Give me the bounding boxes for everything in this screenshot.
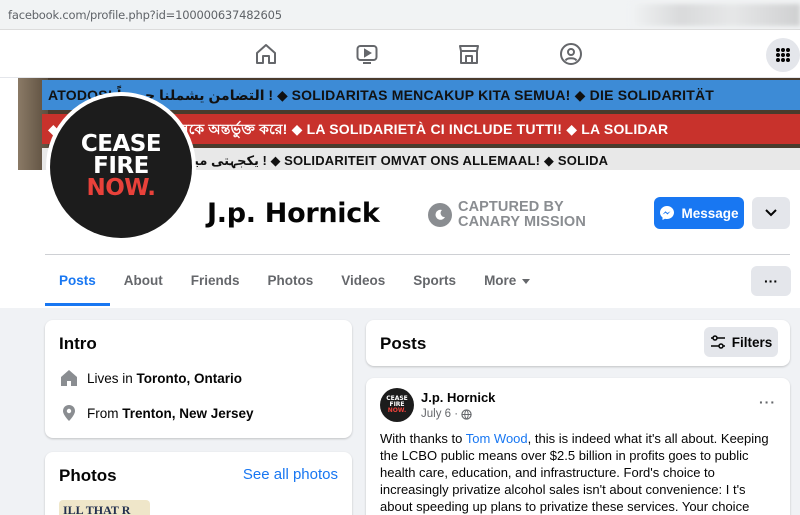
post-timestamp[interactable]: July 6 · xyxy=(421,408,472,420)
browser-address-bar[interactable]: facebook.com/profile.php?id=100000637482… xyxy=(0,0,800,30)
post-text: With thanks to Tom Wood, this is indeed … xyxy=(380,431,769,514)
lives-in-prefix: Lives in xyxy=(87,370,133,386)
tab-photos[interactable]: Photos xyxy=(254,256,328,306)
tab-posts[interactable]: Posts xyxy=(45,256,110,306)
profile-tabs: Posts About Friends Photos Videos Sports… xyxy=(45,256,544,306)
url-text[interactable]: facebook.com/profile.php?id=100000637482… xyxy=(8,8,282,22)
intro-card: Intro Lives in Toronto, Ontario From Tre… xyxy=(45,320,352,438)
post-card: CEASE FIRE NOW. J.p. Hornick July 6 · ··… xyxy=(366,378,790,515)
header-divider xyxy=(45,254,790,255)
profile-avatar[interactable]: CEASE FIRE NOW. xyxy=(46,92,196,242)
messenger-icon xyxy=(660,206,675,220)
avatar-line-3: NOW. xyxy=(86,174,156,201)
filter-sliders-icon xyxy=(710,335,725,349)
home-icon[interactable] xyxy=(254,42,278,66)
posts-header-card: Posts Filters xyxy=(366,320,790,366)
globe-icon xyxy=(461,408,472,420)
profile-name: J.p. Hornick xyxy=(207,198,380,229)
post-options-button[interactable]: ··· xyxy=(759,394,776,410)
profile-actions-dropdown[interactable] xyxy=(752,197,790,229)
photo-thumbnail[interactable]: ILL THAT R xyxy=(59,500,150,515)
marketplace-icon[interactable] xyxy=(457,42,481,66)
message-button-label: Message xyxy=(681,205,739,221)
location-pin-icon xyxy=(59,403,79,423)
groups-icon[interactable] xyxy=(559,42,583,66)
watch-icon[interactable] xyxy=(355,42,379,66)
from-prefix: From xyxy=(87,405,119,421)
watermark-line-1: CAPTURED BY xyxy=(458,199,564,215)
posts-title: Posts xyxy=(380,334,427,353)
tab-sports[interactable]: Sports xyxy=(399,256,470,306)
watermark-line-2: CANARY MISSION xyxy=(458,214,586,230)
tab-about[interactable]: About xyxy=(110,256,177,306)
lives-in-row: Lives in Toronto, Ontario xyxy=(59,368,242,388)
see-all-photos-link[interactable]: See all photos xyxy=(243,466,338,483)
intro-title: Intro xyxy=(59,334,97,353)
filters-label: Filters xyxy=(731,334,773,350)
photo-thumbnail-text: ILL THAT R xyxy=(63,503,131,515)
chevron-down-icon xyxy=(765,209,777,217)
tab-friends[interactable]: Friends xyxy=(177,256,254,306)
from-row: From Trenton, New Jersey xyxy=(59,403,254,423)
tab-more[interactable]: More xyxy=(470,256,544,306)
lives-in-place[interactable]: Toronto, Ontario xyxy=(137,371,242,386)
mention-link[interactable]: Tom Wood xyxy=(466,431,528,446)
canary-mission-watermark: CAPTURED BY CANARY MISSION xyxy=(428,200,586,230)
post-author-avatar[interactable]: CEASE FIRE NOW. xyxy=(380,388,414,422)
tab-videos[interactable]: Videos xyxy=(327,256,399,306)
tabs-overflow-button[interactable]: ··· xyxy=(751,266,791,296)
grid-menu-icon[interactable] xyxy=(766,38,800,72)
facebook-top-nav xyxy=(0,30,800,78)
house-icon xyxy=(59,368,79,388)
from-place[interactable]: Trenton, New Jersey xyxy=(122,406,253,421)
post-date[interactable]: July 6 · xyxy=(421,408,458,420)
post-author-name[interactable]: J.p. Hornick xyxy=(421,390,495,405)
photos-card: Photos See all photos ILL THAT R xyxy=(45,452,352,515)
canary-logo-icon xyxy=(428,203,452,227)
photos-title: Photos xyxy=(59,466,117,485)
blurred-browser-controls xyxy=(630,4,800,26)
caret-down-icon xyxy=(522,278,531,284)
profile-header: ATODOS! التضامن يشملنا جميعاً ! ◆ SOLIDA… xyxy=(0,78,800,308)
filters-button[interactable]: Filters xyxy=(704,327,778,357)
message-button[interactable]: Message xyxy=(654,197,744,229)
